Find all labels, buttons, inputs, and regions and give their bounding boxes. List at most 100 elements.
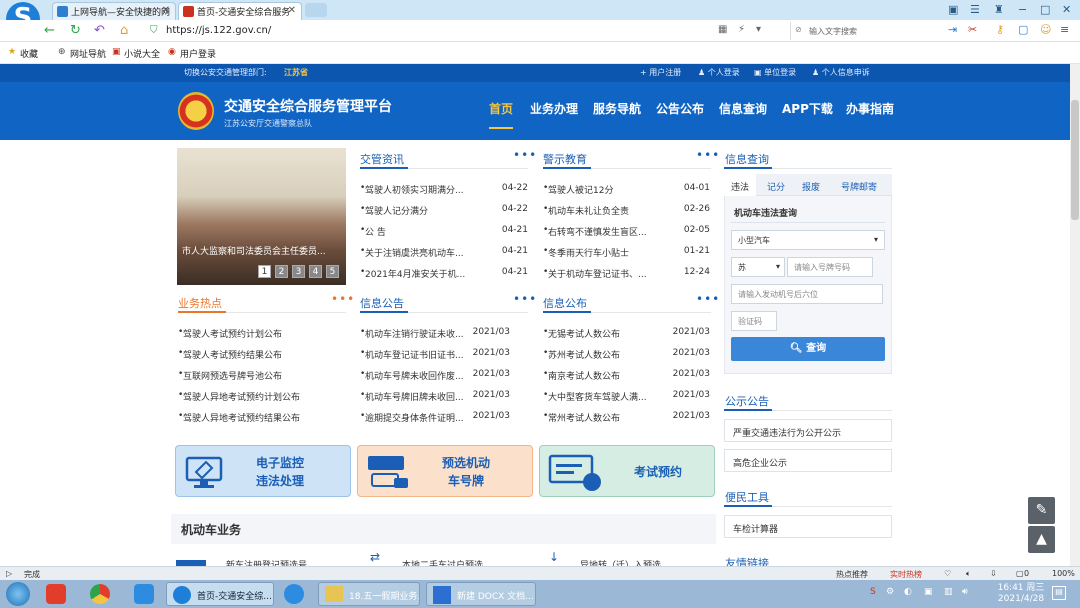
list-item[interactable]: 驾驶人考试预约结果公布	[183, 348, 343, 361]
list-item[interactable]: 驾驶人异地考试预约结果公布	[183, 411, 343, 424]
tray-icon[interactable]: ▣	[924, 587, 933, 597]
list-item[interactable]: 机动车注销行驶证未收...	[365, 327, 483, 340]
hot-title[interactable]: 业务热点	[178, 295, 222, 311]
warning-title[interactable]: 警示教育	[543, 151, 587, 167]
motor-item[interactable]: 新车注册登记预选号	[226, 558, 307, 566]
list-item[interactable]: 关于注销虞洪亮机动车...	[365, 246, 485, 259]
download-icon[interactable]: ⇩	[990, 569, 997, 578]
banner-page-dot[interactable]: 5	[326, 265, 339, 278]
tab-points[interactable]: 记分	[767, 180, 785, 193]
more-icon[interactable]: •••	[331, 292, 355, 306]
maximize-icon[interactable]: □	[1040, 3, 1050, 16]
bookmark-favorites[interactable]: 收藏	[20, 47, 38, 60]
feedback-edit-icon[interactable]: ✎	[1028, 497, 1055, 524]
list-item[interactable]: 冬季雨天行车小贴士	[548, 246, 668, 259]
plate-prefix-select[interactable]: 苏 ▾	[731, 257, 785, 277]
key-icon[interactable]: ⚷	[996, 23, 1004, 36]
zoom-level[interactable]: 100%	[1052, 569, 1075, 578]
close-icon[interactable]: ✕	[288, 5, 296, 16]
list-item[interactable]: 驾驶人初领实习期满分...	[365, 183, 485, 196]
scrollbar-thumb[interactable]	[1071, 100, 1079, 220]
motor-item[interactable]: 本地二手车过户预选	[402, 558, 483, 566]
list-item[interactable]: 常州考试人数公布	[548, 411, 666, 424]
card-electronic-monitor[interactable]: 电子监控 违法处理	[175, 445, 351, 497]
list-item[interactable]: 2021年4月准安关于机...	[365, 267, 485, 280]
volume-icon[interactable]: 🔊︎	[962, 587, 968, 597]
refresh-icon[interactable]: ↻	[70, 23, 81, 38]
address-input[interactable]: ⛉ https://js.122.gov.cn/ ▦ ⚡ ▾	[146, 22, 786, 40]
speaker-icon[interactable]: 🔈︎	[966, 569, 971, 579]
back-to-top-icon[interactable]: ▲	[1028, 526, 1055, 553]
login-icon[interactable]: ⇥	[948, 23, 957, 36]
tab-violation[interactable]: 违法	[731, 180, 749, 193]
bookmark-login[interactable]: 用户登录	[180, 47, 216, 60]
plate-number-input[interactable]: 请输入号牌号码	[787, 257, 873, 277]
captcha-input[interactable]: 验证码	[731, 311, 777, 331]
unit-login-link[interactable]: ▣ 单位登录	[754, 67, 796, 78]
more-icon[interactable]: •••	[513, 148, 537, 162]
card-plate-preselect[interactable]: 预选机动 车号牌	[357, 445, 533, 497]
query-button[interactable]: 🔍︎ 查询	[731, 337, 885, 361]
play-icon[interactable]: ▷	[6, 569, 12, 578]
app-icon[interactable]	[46, 584, 66, 604]
emoji-icon[interactable]: ☺	[1040, 23, 1051, 36]
window-icon[interactable]: ▢	[1018, 23, 1028, 36]
grid-icon[interactable]: ▦	[718, 24, 727, 35]
list-item[interactable]: 驾驶人记分满分	[365, 204, 485, 217]
list-item[interactable]: 驾驶人异地考试预约计划公布	[183, 390, 343, 403]
list-item[interactable]: 南京考试人数公布	[548, 369, 666, 382]
more-icon[interactable]: •••	[696, 292, 720, 306]
banner-page-dot[interactable]: 4	[309, 265, 322, 278]
nav-query[interactable]: 信息查询	[719, 100, 767, 117]
chrome-icon[interactable]	[90, 584, 110, 604]
tray-icon[interactable]: S	[870, 587, 876, 597]
bookmark-nav[interactable]: 网址导航	[70, 47, 106, 60]
notice-item[interactable]: 高危企业公示	[724, 449, 892, 472]
more-icon[interactable]: •••	[696, 148, 720, 162]
menu-icon[interactable]: ≡	[1060, 23, 1069, 36]
list-item[interactable]: 机动车号牌旧牌未收回...	[365, 390, 483, 403]
list-item[interactable]: 公 告	[365, 225, 485, 238]
nav-announce[interactable]: 公告公布	[656, 100, 704, 117]
undo-icon[interactable]: ↶	[94, 23, 105, 38]
register-link[interactable]: + 用户注册	[640, 67, 681, 78]
nav-business[interactable]: 业务办理	[530, 100, 578, 117]
engine-number-input[interactable]: 请输入发动机号后六位	[731, 284, 883, 304]
nav-home[interactable]: 首页	[489, 100, 513, 117]
skin-icon[interactable]: ▣	[948, 3, 958, 16]
appeal-link[interactable]: ♟ 个人信息申诉	[812, 67, 870, 78]
back-icon[interactable]: ←	[44, 23, 55, 38]
list-item[interactable]: 机动车未礼让负全责	[548, 204, 668, 217]
banner-page-dot[interactable]: 3	[292, 265, 305, 278]
news-title[interactable]: 交管资讯	[360, 151, 404, 167]
taskbar-item-word[interactable]: 新建 DOCX 文档...	[426, 582, 536, 606]
menu-icon[interactable]: ☰	[970, 3, 980, 16]
tray-icon[interactable]: ◐	[904, 587, 912, 597]
list-item[interactable]: 无锡考试人数公布	[548, 327, 666, 340]
shirt-icon[interactable]: ♜	[994, 3, 1004, 16]
info-notice-title[interactable]: 信息公告	[360, 295, 404, 311]
home-icon[interactable]: ⌂	[120, 23, 128, 38]
minimize-icon[interactable]: −	[1018, 3, 1027, 16]
realtime-hot[interactable]: 实时热榜	[890, 569, 922, 580]
vehicle-type-select[interactable]: 小型汽车 ▾	[731, 230, 885, 250]
list-item[interactable]: 驾驶人考试预约计划公布	[183, 327, 343, 340]
network-icon[interactable]: ▥	[944, 587, 953, 597]
start-button[interactable]	[6, 582, 30, 606]
list-item[interactable]: 机动车号牌未收回作废...	[365, 369, 483, 382]
search-input[interactable]: ⊘ 输入文字搜索	[790, 22, 920, 40]
province-select[interactable]: 江苏省	[284, 67, 308, 78]
card-exam-booking[interactable]: 考试预约	[539, 445, 715, 497]
more-icon[interactable]: •••	[513, 292, 537, 306]
ie-icon[interactable]	[284, 584, 304, 604]
tab-plate-mail[interactable]: 号牌邮寄	[841, 180, 877, 193]
heart-icon[interactable]: ♡	[944, 569, 951, 578]
browser-tab[interactable]: 上网导航—安全快捷的网 ✕	[52, 2, 176, 20]
notification-icon[interactable]: ▤	[1052, 586, 1066, 600]
banner-caption[interactable]: 市人大监察和司法委员会主任委员...	[182, 244, 342, 257]
scissors-icon[interactable]: ✂	[968, 23, 977, 36]
system-clock[interactable]: 16:41 周三 2021/4/28	[996, 583, 1046, 605]
browser-tab-active[interactable]: 首页-交通安全综合服务 ✕	[178, 2, 302, 20]
tab-scrap[interactable]: 报废	[802, 180, 820, 193]
taskbar-item-browser[interactable]: 首页-交通安全综...	[166, 582, 274, 606]
